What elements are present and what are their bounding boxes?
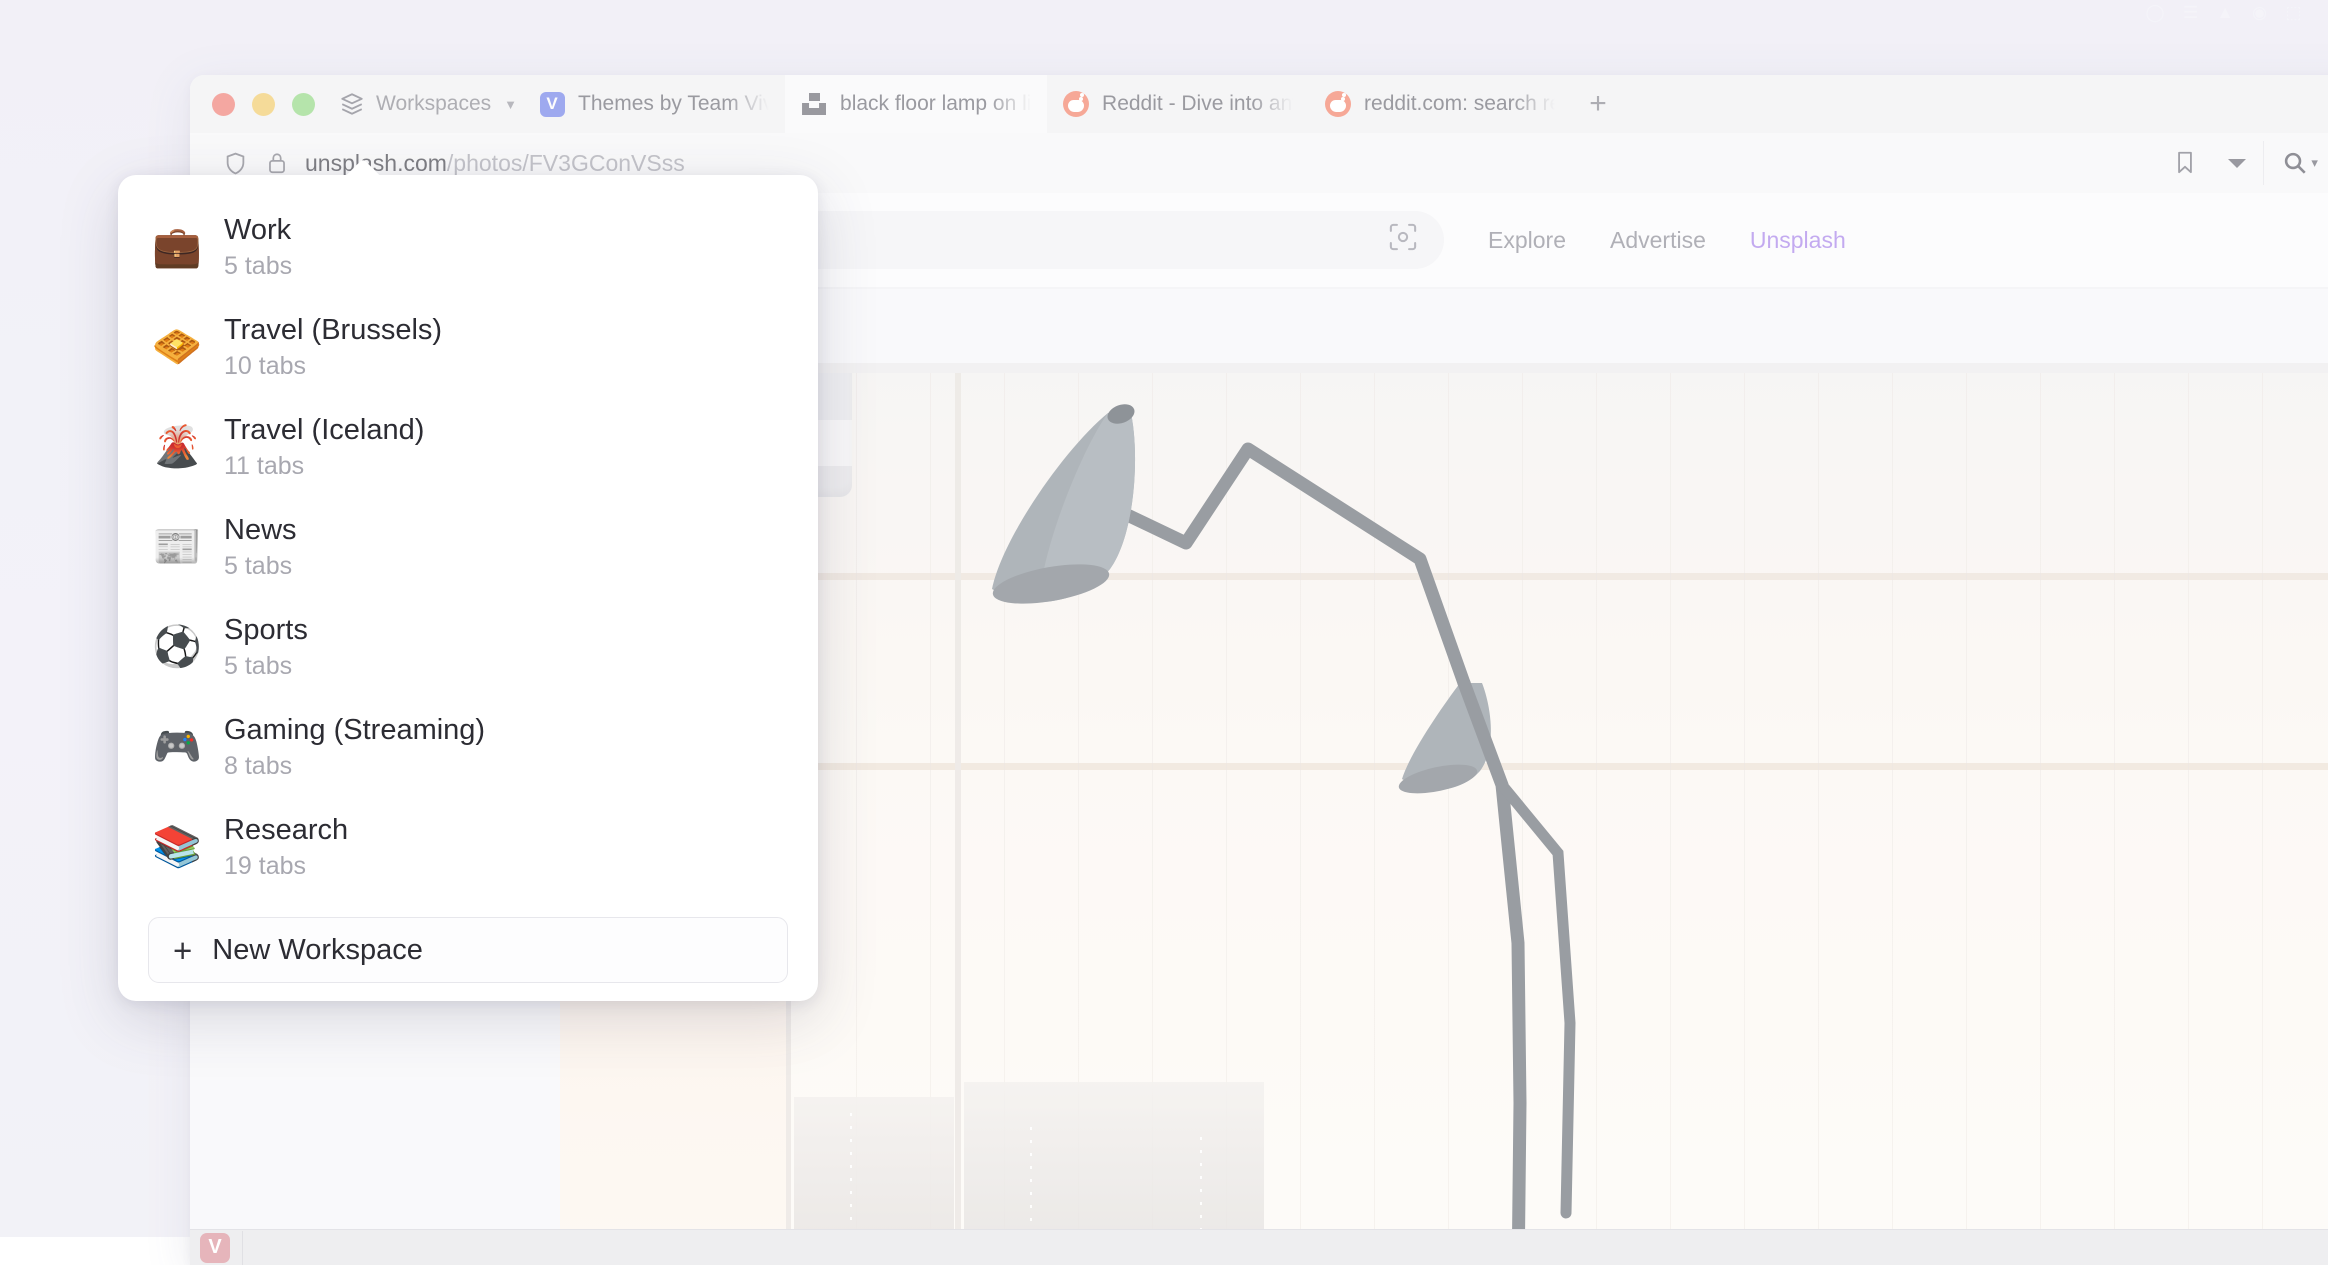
workspace-tab-count: 19 tabs [224, 852, 348, 881]
workspace-name: Research [224, 814, 348, 847]
desktop-background: ◯ ☰ ▲ ◉ ⬚ Workspaces [0, 0, 2328, 1237]
menubar-icon-4: ◉ [2252, 3, 2267, 23]
bookmark-icon[interactable] [2159, 141, 2211, 185]
tab-themes-by-team-vivaldi[interactable]: V Themes by Team Vivaldi [523, 75, 785, 133]
tab-title: reddit.com: search results [1364, 92, 1555, 116]
volcano-emoji: 🌋 [152, 427, 198, 467]
menubar-icon-1: ◯ [2145, 3, 2165, 23]
tab-black-floor-lamp[interactable]: black floor lamp on living r [785, 75, 1047, 133]
search-caret-icon: ▾ [2311, 155, 2318, 171]
workspace-item-research[interactable]: 📚 Research 19 tabs [118, 797, 818, 897]
workspace-name: Work [224, 214, 292, 247]
workspaces-dropdown: 💼 Work 5 tabs 🧇 Travel (Brussels) 10 tab… [118, 175, 818, 1001]
workspace-name: Gaming (Streaming) [224, 714, 485, 747]
workspace-name: Travel (Brussels) [224, 314, 442, 347]
chevron-down-icon[interactable] [2211, 141, 2263, 185]
unsplash-icon [801, 91, 827, 117]
status-bar-divider [242, 1231, 243, 1265]
search-field[interactable]: ▾ Se [2263, 141, 2328, 185]
tab-title: black floor lamp on living r [840, 92, 1031, 116]
workspace-item-sports[interactable]: ⚽ Sports 5 tabs [118, 597, 818, 697]
vivaldi-icon-glyph: V [540, 92, 565, 117]
new-workspace-label: New Workspace [212, 934, 423, 967]
workspaces-button-label: Workspaces [376, 92, 491, 116]
nav-item-advertise[interactable]: Advertise [1610, 227, 1706, 254]
visual-search-icon[interactable] [1386, 220, 1420, 260]
window-controls [204, 93, 335, 116]
workspace-item-news[interactable]: 📰 News 5 tabs [118, 497, 818, 597]
shield-icon[interactable] [222, 150, 249, 177]
workspace-tab-count: 8 tabs [224, 752, 485, 781]
tab-strip: Workspaces ▼ V Themes by Team Vivaldi bl… [190, 75, 2328, 133]
nav-item-explore[interactable]: Explore [1488, 227, 1566, 254]
workspace-item-gaming-streaming[interactable]: 🎮 Gaming (Streaming) 8 tabs [118, 697, 818, 797]
workspace-name: Sports [224, 614, 308, 647]
close-window-button[interactable] [212, 93, 235, 116]
workspace-tab-count: 11 tabs [224, 452, 424, 481]
padlock-icon[interactable] [265, 150, 289, 176]
minimize-window-button[interactable] [252, 93, 275, 116]
workspace-tab-count: 5 tabs [224, 252, 292, 281]
tab-reddit-dive-into-anything[interactable]: Reddit - Dive into anything [1047, 75, 1309, 133]
workspace-name: News [224, 514, 297, 547]
workspace-tab-count: 5 tabs [224, 652, 308, 681]
site-nav: Explore Advertise Unsplash [1444, 227, 1846, 254]
address-bar-controls: ▾ Se [2159, 141, 2328, 185]
vivaldi-panel-icon[interactable]: V [200, 1233, 230, 1263]
workspaces-button[interactable]: Workspaces ▼ [335, 82, 523, 126]
menu-bar: ◯ ☰ ▲ ◉ ⬚ [0, 0, 2328, 26]
reddit-icon-glyph [1063, 91, 1089, 117]
chevron-down-icon: ▼ [504, 97, 517, 112]
search-icon: ▾ [2282, 150, 2318, 176]
tab-title: Reddit - Dive into anything [1102, 92, 1293, 116]
tab-title: Themes by Team Vivaldi [578, 92, 769, 116]
briefcase-emoji: 💼 [152, 227, 198, 267]
reddit-icon [1325, 91, 1351, 117]
menubar-icon-3: ▲ [2217, 3, 2234, 23]
unsplash-icon-glyph [802, 93, 826, 115]
new-tab-button[interactable]: + [1571, 75, 1625, 133]
workspace-item-travel-iceland[interactable]: 🌋 Travel (Iceland) 11 tabs [118, 397, 818, 497]
string-lights-1 [850, 1113, 852, 1223]
reddit-icon-glyph [1325, 91, 1351, 117]
menubar-icon-2: ☰ [2183, 3, 2199, 23]
url-path: /photos/FV3GConVSss [447, 150, 685, 176]
new-workspace-button[interactable]: + New Workspace [148, 917, 788, 983]
game-controller-emoji: 🎮 [152, 727, 198, 767]
nav-item-unsplash-plus[interactable]: Unsplash [1750, 227, 1846, 254]
workspace-name: Travel (Iceland) [224, 414, 424, 447]
layers-icon [339, 91, 365, 117]
newspaper-emoji: 📰 [152, 527, 198, 567]
waffle-emoji: 🧇 [152, 327, 198, 367]
workspace-item-travel-brussels[interactable]: 🧇 Travel (Brussels) 10 tabs [118, 297, 818, 397]
plus-icon: + [173, 934, 192, 967]
books-emoji: 📚 [152, 827, 198, 867]
workspace-item-work[interactable]: 💼 Work 5 tabs [118, 197, 818, 297]
tab-reddit-search-results[interactable]: reddit.com: search results [1309, 75, 1571, 133]
status-bar: V [190, 1229, 2328, 1265]
photo-black-floor-lamp: ↑ ⛹ [560, 363, 2328, 1265]
menubar-icon-5: ⬚ [2285, 3, 2302, 23]
string-lights-2 [1030, 1127, 1032, 1237]
reddit-icon [1063, 91, 1089, 117]
soccer-ball-emoji: ⚽ [152, 627, 198, 667]
vivaldi-icon: V [539, 91, 565, 117]
workspace-tab-count: 10 tabs [224, 352, 442, 381]
workspaces-list: 💼 Work 5 tabs 🧇 Travel (Brussels) 10 tab… [118, 197, 818, 897]
workspace-tab-count: 5 tabs [224, 552, 297, 581]
ceiling-band [560, 363, 2328, 373]
maximize-window-button[interactable] [292, 93, 315, 116]
